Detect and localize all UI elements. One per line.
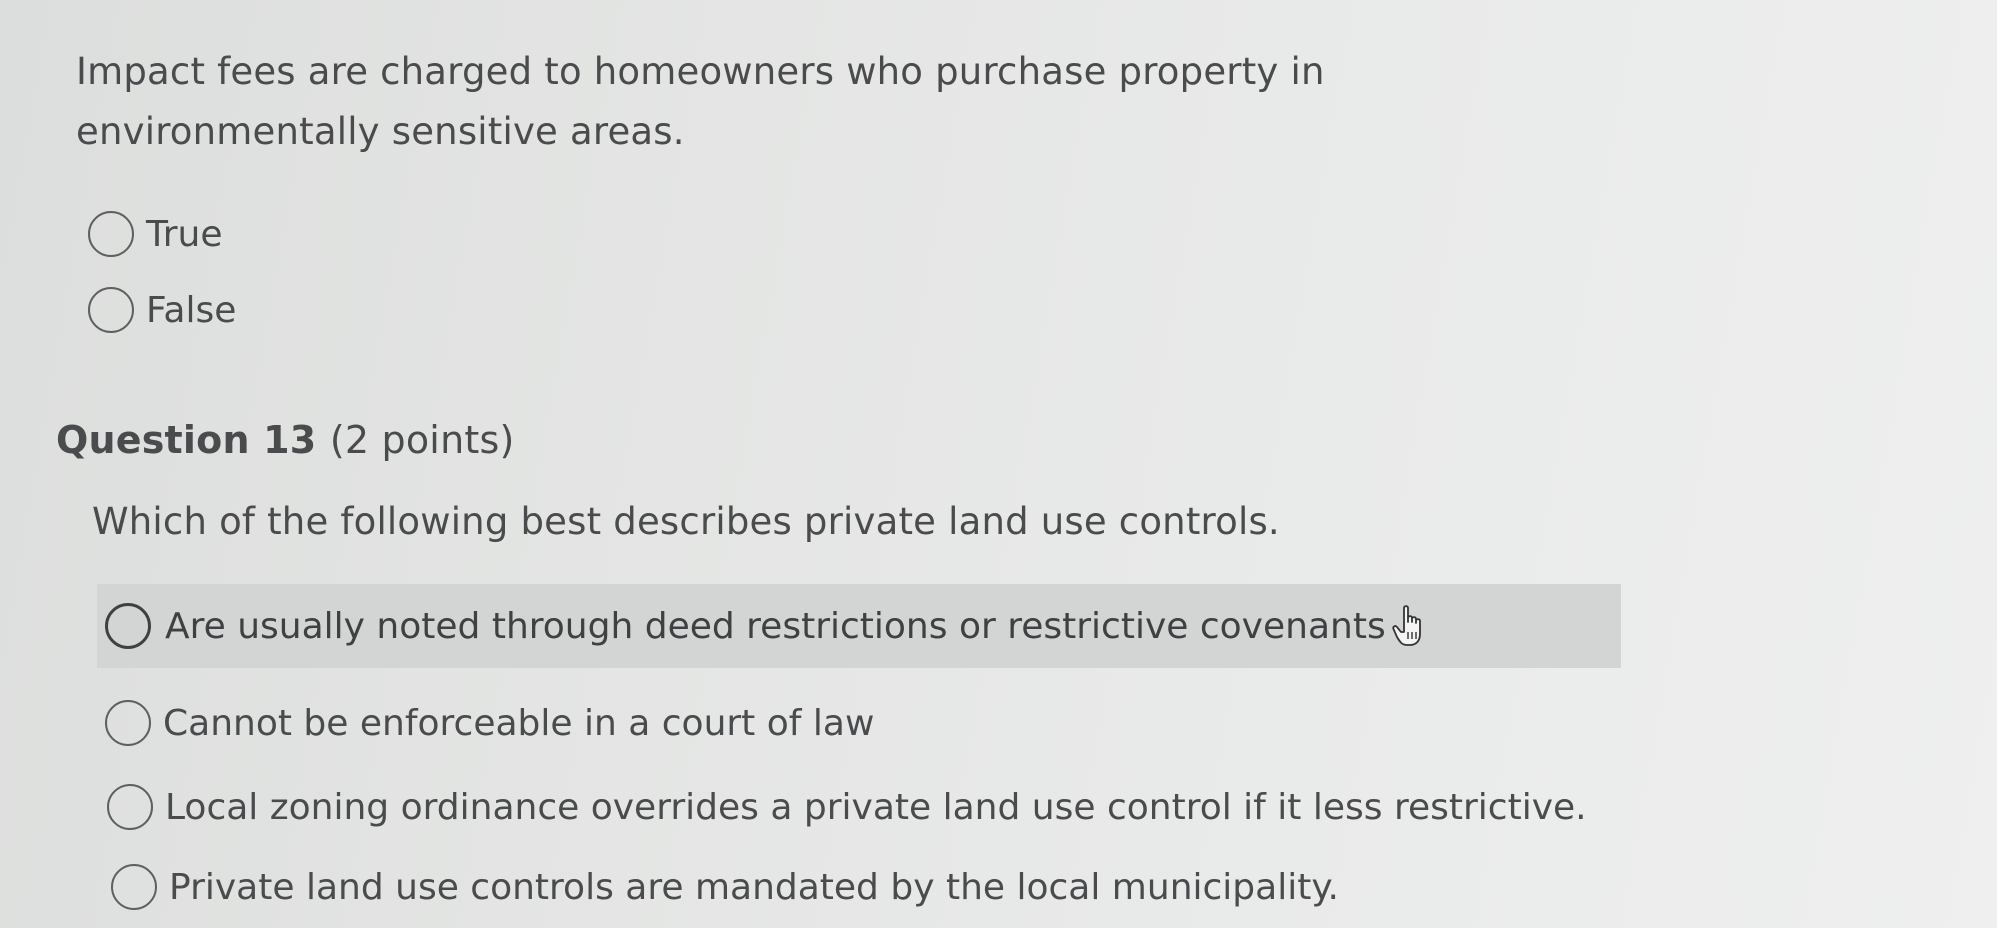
option-mandated-by-municipality[interactable]: Private land use controls are mandated b… xyxy=(111,864,1339,910)
option-label: False xyxy=(146,289,237,331)
question-13-heading: Question 13 (2 points) xyxy=(56,418,514,462)
option-zoning-overrides[interactable]: Local zoning ordinance overrides a priva… xyxy=(107,784,1587,830)
option-label: Cannot be enforceable in a court of law xyxy=(163,702,875,744)
question-title: Question 13 xyxy=(56,418,317,462)
question-12-prompt: Impact fees are charged to homeowners wh… xyxy=(76,50,1325,153)
question-13-prompt: Which of the following best describes pr… xyxy=(92,500,1280,543)
radio-unchecked-icon[interactable] xyxy=(111,864,157,910)
option-false[interactable]: False xyxy=(88,287,236,333)
radio-unchecked-icon[interactable] xyxy=(88,287,134,333)
hand-pointer-icon xyxy=(1392,605,1421,646)
option-label: Local zoning ordinance overrides a priva… xyxy=(165,786,1587,828)
option-true[interactable]: True xyxy=(88,211,222,257)
radio-unchecked-icon[interactable] xyxy=(88,211,134,257)
option-label: Private land use controls are mandated b… xyxy=(169,866,1339,908)
radio-unchecked-icon[interactable] xyxy=(105,603,151,649)
option-label: Are usually noted through deed restricti… xyxy=(165,605,1386,647)
radio-unchecked-icon[interactable] xyxy=(107,784,153,830)
option-not-enforceable[interactable]: Cannot be enforceable in a court of law xyxy=(105,700,874,746)
option-label: True xyxy=(146,213,223,255)
radio-unchecked-icon[interactable] xyxy=(105,700,151,746)
question-points: (2 points) xyxy=(329,418,515,462)
